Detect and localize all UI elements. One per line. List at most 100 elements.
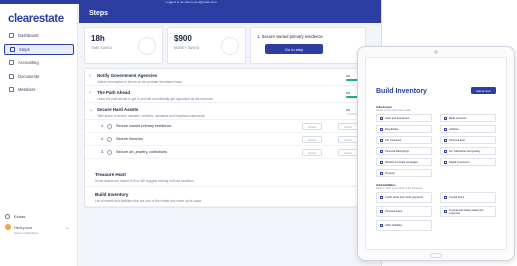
step-row[interactable]: Build Inventory List of assets and liabi… [85,187,376,207]
asset-item[interactable]: Website & private messages [376,158,432,166]
substep-notes-button[interactable]: Notes [302,136,322,143]
sidebar-item-label: Accounting [18,60,39,65]
liability-item[interactable]: Personal loans [376,206,432,217]
coin-icon [444,160,447,164]
step-row[interactable]: Treasure Hunt Some assets are harder to … [85,167,376,187]
stat-time-saved: 18h TIME SAVED [84,27,163,64]
logo[interactable]: clearestate [8,13,64,25]
asset-item[interactable]: Life insurance [376,136,432,144]
liabilities-grid: Credit cards and credit payments Unpaid … [376,192,496,231]
sidebar-item-label: Members [18,87,36,92]
asset-item[interactable]: Personal Belongings [376,147,432,155]
liability-item[interactable]: Funeral and estate settlement expenses [440,206,496,217]
step-row[interactable]: › The Path Ahead Learn the path ahead to… [85,86,376,103]
step-title: Secure Hard Assets [97,107,139,112]
globe-icon [380,160,383,164]
tag-icon [444,138,447,142]
substep-label: Secure firearms [116,137,143,141]
laptop-screen: Logged in as Henry.son@gmail.com cleares… [0,0,382,266]
go-to-step-button[interactable]: Go to step [265,44,323,54]
house-icon [380,127,383,131]
avatar [5,224,11,230]
sidebar-item-accounting[interactable]: Accounting [4,57,74,68]
substep-action-button[interactable]: Notes [338,136,358,143]
step-desc: Take action to secure valuable, vehicles… [97,113,206,118]
home-button [430,253,442,258]
property-icon [380,171,383,175]
step-title: Notify Government Agencies [97,73,158,78]
stage: Logged in as Henry.son@gmail.com cleares… [0,0,517,266]
asset-item[interactable]: Art, collectibles and jewelry [440,147,496,155]
next-step-text: 1. Secure owned primary residence [257,34,323,39]
stat-money-saved: $900 MONEY SAVED [167,27,246,64]
assets-grid: Cash and investment Bank accounts Real E… [376,114,496,177]
chevron-down-icon: ⌄ [89,107,94,113]
camera-dot [434,50,438,54]
substep-row[interactable]: 2. Secure firearms Notes Notes [85,133,376,146]
liability-item[interactable]: Other liabilities [376,220,432,231]
funeral-icon [444,210,447,213]
substep-row[interactable]: 1. Secure owned primary residence Notes … [85,120,376,133]
checkbox-icon[interactable] [107,136,112,142]
next-step-card: 1. Secure owned primary residence Go to … [250,27,366,64]
tax-icon [444,196,447,199]
main-content: Steps 18h TIME SAVED $900 MONEY SAVED 1.… [79,4,381,266]
sidebar-footer: Extras Henry.son ⌄ Show notifications [5,214,75,235]
chevron-down-icon: ⌄ [65,224,69,230]
liability-item[interactable]: Unpaid taxes [440,192,496,203]
asset-item[interactable]: Bank accounts [440,114,496,122]
user-name: Henry.son [14,224,32,230]
substep-row[interactable]: 3. Secure art, jewelry, collections Note… [85,146,376,159]
asset-item[interactable]: Real Estate [376,125,432,133]
liability-item[interactable]: Credit cards and credit payments [376,192,432,203]
asset-item[interactable]: Personal Item [440,136,496,144]
clock-icon [138,37,156,55]
page-title: Steps [89,10,109,17]
cash-icon [380,116,383,120]
user-subtitle: Show notifications [14,231,39,235]
step-desc: Some assets are harder to find. We sugge… [95,179,195,183]
loan-icon [380,210,383,213]
step-desc: Gather information to inform on the prob… [97,79,183,84]
sidebar-item-label: Dashboard [18,33,39,38]
assets-subheading: Assets to form a list of the estate. [376,109,412,112]
checkbox-icon[interactable] [107,123,112,129]
user-menu[interactable]: Henry.son ⌄ [5,224,75,230]
substep-label: Secure art, jewelry, collections [116,150,167,154]
sidebar-item-members[interactable]: Members [4,84,74,95]
sidebar-item-steps[interactable]: Steps [4,43,74,55]
step-row[interactable]: ⌄ Secure Hard Assets Take action to secu… [85,103,376,120]
step-title: The Path Ahead [97,90,131,95]
step-row[interactable]: › Notify Government Agencies Gather info… [85,69,376,86]
step-desc: Learn the path ahead to get to probate a… [97,96,214,101]
substep-notes-button[interactable]: Notes [302,149,322,156]
sidebar-item-dashboard[interactable]: Dashboard [4,30,74,41]
money-icon [221,37,239,55]
chevron-right-icon: › [89,73,91,79]
add-item-button[interactable]: Add an item [471,87,496,94]
steps-list: › Notify Government Agencies Gather info… [84,68,377,208]
shield-icon [380,138,383,142]
substep-notes-button[interactable]: Notes [302,123,322,130]
sidebar-item-label: Steps [19,46,30,52]
car-icon [444,127,447,131]
extras-link[interactable]: Extras [5,214,75,219]
asset-item[interactable]: Cash and investment [376,114,432,122]
liabilities-subheading: Debts or loans in the name of the deceas… [376,187,423,190]
substep-action-button[interactable]: Notes [338,149,358,156]
steps-icon [10,46,15,52]
credit-card-icon [380,196,383,199]
tablet-device: Build Inventory Add an item Add assets A… [357,46,515,261]
sidebar-item-documents[interactable]: Documents [4,71,74,82]
accounting-icon [9,60,14,65]
asset-item[interactable]: Digital investment [440,158,496,166]
page-header: Steps [79,4,381,23]
dashboard-icon [9,33,14,38]
substep-action-button[interactable]: Notes [338,123,358,130]
asset-item[interactable]: Property [376,169,432,177]
stats-row: 18h TIME SAVED $900 MONEY SAVED 1. Secur… [84,27,366,64]
checkbox-icon[interactable] [107,149,112,155]
chevron-right-icon: › [89,90,91,96]
asset-item[interactable]: Vehicles [440,125,496,133]
tablet-screen: Build Inventory Add an item Add assets A… [365,57,507,250]
